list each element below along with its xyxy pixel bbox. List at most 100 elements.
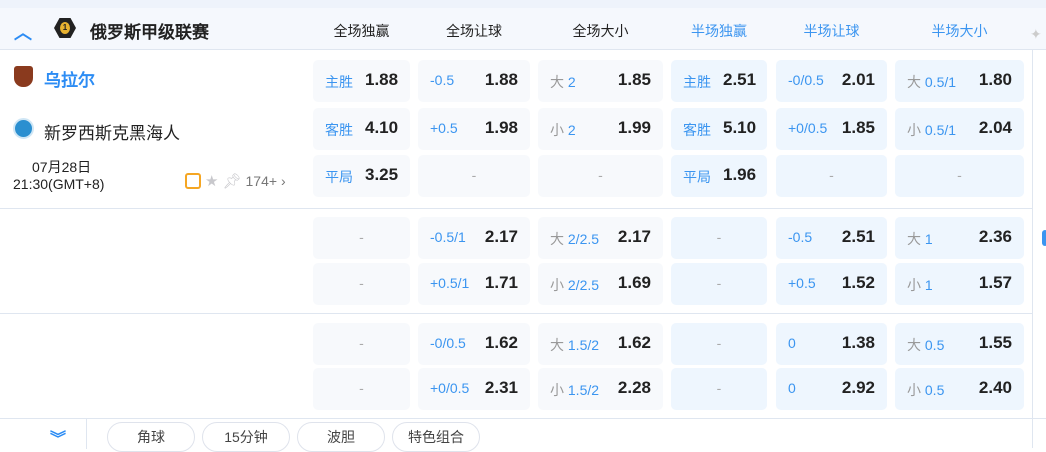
odds-line: 小 2/2.5 xyxy=(550,275,599,295)
odds-cell[interactable]: - xyxy=(313,263,410,305)
odds-cell[interactable]: - xyxy=(671,217,767,259)
odds-handicap: 客胜 xyxy=(325,122,353,138)
league-name: 俄罗斯甲级联赛 xyxy=(90,23,209,42)
odds-side: 大 xyxy=(550,231,564,247)
chevron-right-icon[interactable]: › xyxy=(281,173,286,189)
column-header[interactable]: 全场独赢 xyxy=(313,21,410,41)
odds-line: 小 0.5/1 xyxy=(907,120,956,140)
odds-line: 平局 xyxy=(325,167,353,187)
more-markets-count[interactable]: 174+ xyxy=(246,173,278,189)
expand-chevrons-down-icon[interactable]: ︾ xyxy=(50,425,66,449)
odds-cell[interactable]: - xyxy=(671,263,767,305)
odds-cell[interactable]: 大 1 2.36 xyxy=(895,217,1024,259)
odds-cell[interactable]: 小 1.5/2 2.28 xyxy=(538,368,663,410)
odds-handicap: +0.5 xyxy=(788,275,816,291)
odds-value: 1.62 xyxy=(484,333,518,352)
odds-cell[interactable]: 大 2/2.5 2.17 xyxy=(538,217,663,259)
divider xyxy=(0,208,1032,209)
odds-value: 2.36 xyxy=(978,227,1012,246)
odds-cell[interactable]: 平局 1.96 xyxy=(671,155,767,197)
odds-cell[interactable]: +0.5 1.52 xyxy=(776,263,887,305)
odds-cell[interactable]: - xyxy=(313,217,410,259)
odds-cell[interactable]: - xyxy=(671,368,767,410)
odds-line: -0.5 xyxy=(788,229,812,245)
odds-empty: - xyxy=(829,167,834,183)
odds-handicap: 0.5/1 xyxy=(924,74,957,90)
odds-cell[interactable]: 平局 3.25 xyxy=(313,155,410,197)
odds-cell[interactable]: 0 2.92 xyxy=(776,368,887,410)
home-team-name[interactable]: 乌拉尔 xyxy=(44,66,95,91)
odds-cell[interactable]: 大 2 1.85 xyxy=(538,60,663,102)
odds-cell[interactable]: - xyxy=(313,323,410,365)
divider xyxy=(1032,50,1033,448)
odds-value: 1.88 xyxy=(365,70,399,89)
odds-handicap: 2/2.5 xyxy=(567,231,600,247)
odds-handicap: +0/0.5 xyxy=(788,120,828,136)
odds-cell[interactable]: 0 1.38 xyxy=(776,323,887,365)
odds-cell[interactable]: - xyxy=(776,155,887,197)
pin-icon[interactable]: ✦ xyxy=(1030,26,1042,43)
odds-empty: - xyxy=(359,335,364,351)
odds-cell[interactable]: 大 1.5/2 1.62 xyxy=(538,323,663,365)
odds-handicap: +0.5/1 xyxy=(430,275,470,291)
odds-cell[interactable]: -0.5 2.51 xyxy=(776,217,887,259)
odds-cell[interactable]: - xyxy=(895,155,1024,197)
odds-line: 主胜 xyxy=(683,72,711,92)
schedule-icon[interactable] xyxy=(185,173,201,189)
side-handle[interactable] xyxy=(1042,230,1046,246)
odds-cell[interactable]: +0.5 1.98 xyxy=(418,108,530,150)
odds-handicap: 主胜 xyxy=(325,74,353,90)
odds-value: 1.88 xyxy=(484,70,518,89)
odds-line: 大 0.5/1 xyxy=(907,72,956,92)
odds-cell[interactable]: 客胜 4.10 xyxy=(313,108,410,150)
odds-side: 大 xyxy=(550,74,564,90)
odds-cell[interactable]: -0.5/1 2.17 xyxy=(418,217,530,259)
odds-line: -0.5 xyxy=(430,72,454,88)
column-header[interactable]: 全场让球 xyxy=(418,21,530,41)
odds-cell[interactable]: 大 0.5/1 1.80 xyxy=(895,60,1024,102)
odds-cell[interactable]: 小 0.5 2.40 xyxy=(895,368,1024,410)
odds-cell[interactable]: - xyxy=(538,155,663,197)
odds-cell[interactable]: +0.5/1 1.71 xyxy=(418,263,530,305)
odds-cell[interactable]: - xyxy=(671,323,767,365)
odds-cell[interactable]: 小 1 1.57 xyxy=(895,263,1024,305)
odds-handicap: 1.5/2 xyxy=(567,382,600,398)
odds-cell[interactable]: +0/0.5 1.85 xyxy=(776,108,887,150)
away-team-name[interactable]: 新罗西斯克黑海人 xyxy=(44,119,180,144)
odds-cell[interactable]: 客胜 5.10 xyxy=(671,108,767,150)
odds-handicap: -0/0.5 xyxy=(788,72,824,88)
odds-cell[interactable]: - xyxy=(313,368,410,410)
star-icon[interactable]: ★ xyxy=(205,172,218,190)
odds-line: 小 1.5/2 xyxy=(550,380,599,400)
odds-cell[interactable]: 主胜 2.51 xyxy=(671,60,767,102)
odds-handicap: 0.5/1 xyxy=(924,122,957,138)
odds-cell[interactable]: -0/0.5 1.62 xyxy=(418,323,530,365)
odds-cell[interactable]: -0.5 1.88 xyxy=(418,60,530,102)
odds-cell[interactable]: 主胜 1.88 xyxy=(313,60,410,102)
odds-value: 1.52 xyxy=(841,273,875,292)
collapse-chevron-up-icon[interactable]: ︿ xyxy=(14,19,32,45)
odds-cell[interactable]: -0/0.5 2.01 xyxy=(776,60,887,102)
column-header[interactable]: 半场独赢 xyxy=(671,21,767,41)
odds-cell[interactable]: 小 0.5/1 2.04 xyxy=(895,108,1024,150)
odds-line: 客胜 xyxy=(325,120,353,140)
odds-side: 大 xyxy=(907,231,921,247)
column-header[interactable]: 半场让球 xyxy=(776,21,887,41)
odds-empty: - xyxy=(359,275,364,291)
odds-cell[interactable]: - xyxy=(418,155,530,197)
odds-cell[interactable]: 小 2/2.5 1.69 xyxy=(538,263,663,305)
odds-cell[interactable]: +0/0.5 2.31 xyxy=(418,368,530,410)
column-header[interactable]: 半场大小 xyxy=(895,21,1024,41)
odds-line: 0 xyxy=(788,335,796,351)
divider xyxy=(86,419,87,449)
odds-value: 5.10 xyxy=(723,118,757,137)
pin-icon[interactable]: 📌︎ xyxy=(222,172,241,190)
odds-side: 小 xyxy=(550,122,564,138)
column-header[interactable]: 全场大小 xyxy=(538,21,663,41)
odds-side: 大 xyxy=(907,337,921,353)
odds-cell[interactable]: 小 2 1.99 xyxy=(538,108,663,150)
odds-value: 2.40 xyxy=(978,378,1012,397)
odds-cell[interactable]: 大 0.5 1.55 xyxy=(895,323,1024,365)
odds-value: 1.38 xyxy=(841,333,875,352)
bottom-bar: ︾ 角球 15分钟 波胆 特色组合 xyxy=(0,418,1046,452)
